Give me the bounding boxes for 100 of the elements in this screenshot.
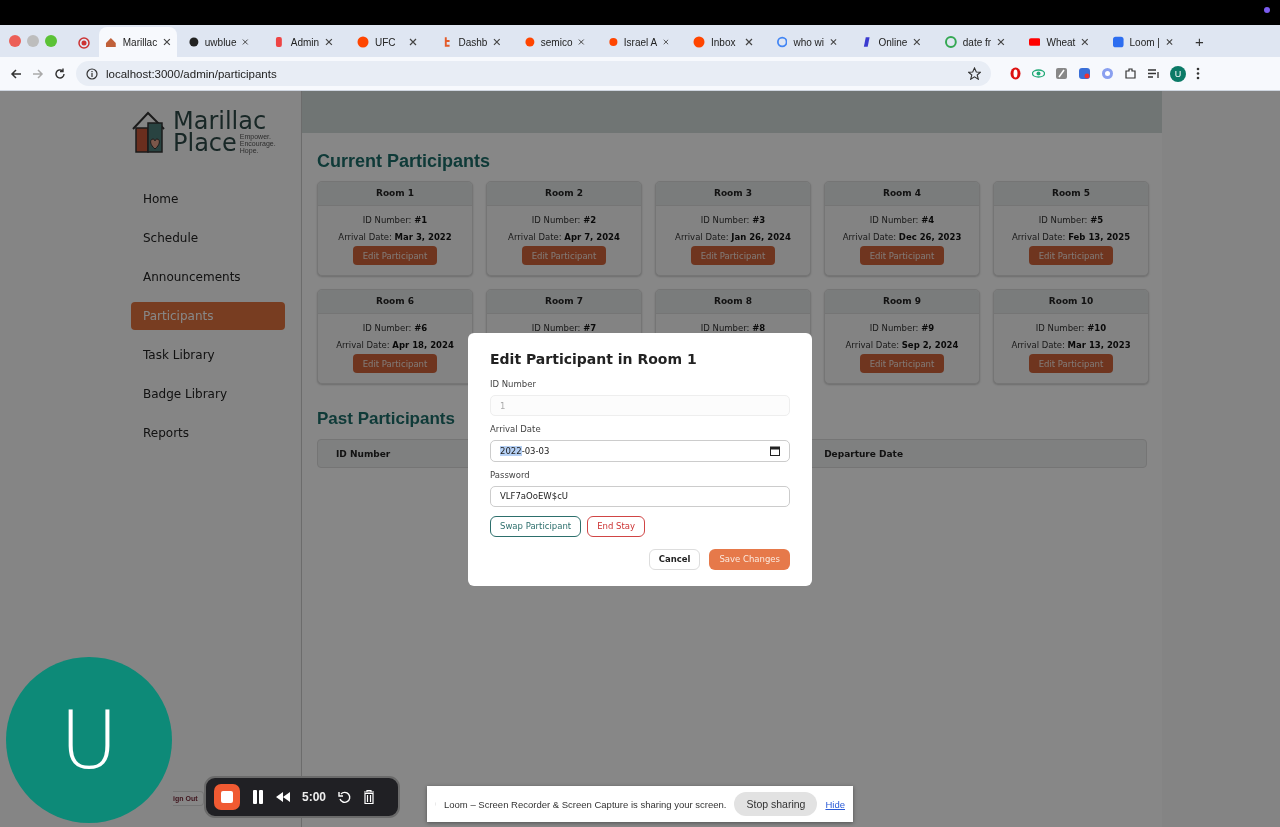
nav-item[interactable]: Task Library (131, 341, 285, 369)
arrival-date: Arrival Date: Apr 18, 2024 (336, 339, 454, 352)
arrival-date: Arrival Date: Sep 2, 2024 (845, 339, 959, 352)
info-icon[interactable] (86, 67, 98, 80)
id-number: ID Number: #1 (362, 214, 428, 227)
close-icon[interactable] (745, 38, 753, 46)
close-icon[interactable] (493, 38, 501, 46)
slash-icon[interactable] (1055, 67, 1068, 80)
browser-tab[interactable]: Inbox (687, 27, 759, 57)
browser-tab[interactable]: date fr (939, 27, 1011, 57)
new-tab-button[interactable]: + (1191, 33, 1204, 57)
nav-item[interactable]: Home (131, 185, 285, 213)
cancel-button[interactable]: Cancel (648, 549, 701, 570)
id-number: ID Number: #7 (531, 322, 597, 335)
trash-icon[interactable] (363, 790, 376, 804)
close-icon[interactable] (325, 38, 333, 46)
close-icon[interactable] (1165, 38, 1173, 46)
close-icon[interactable] (1081, 38, 1089, 46)
browser-tab[interactable]: Admin (267, 27, 339, 57)
address-bar[interactable]: localhost:3000/admin/participants (76, 61, 991, 86)
browser-tab[interactable]: Marillac (99, 27, 177, 57)
back-icon[interactable] (10, 67, 22, 80)
room-title: Room 3 (656, 182, 810, 206)
close-icon[interactable] (913, 38, 921, 46)
browser-tab[interactable]: Loom | (1107, 27, 1179, 57)
puzzle-icon[interactable] (1124, 67, 1137, 80)
record-icon[interactable] (78, 37, 90, 49)
column-header: Departure Date (824, 448, 903, 459)
nav-item[interactable]: Announcements (131, 263, 285, 291)
field-label: ID Number (490, 379, 536, 389)
logo-text: Place (173, 132, 237, 154)
play-icon (1029, 36, 1041, 48)
calendar-icon[interactable] (770, 446, 780, 456)
nav-item[interactable]: Badge Library (131, 380, 285, 408)
id-number: ID Number: #6 (362, 322, 428, 335)
timer: 5:00 (302, 790, 327, 804)
room-title: Room 8 (656, 290, 810, 314)
close-icon[interactable] (163, 38, 171, 46)
nav-item[interactable]: Reports (131, 419, 285, 447)
indicator-dot (1264, 7, 1270, 13)
close-icon[interactable] (663, 38, 669, 46)
browser-tab[interactable]: Wheat (1023, 27, 1095, 57)
id-number: ID Number: #10 (1035, 322, 1107, 335)
logo-text: Marillac (173, 110, 267, 132)
arrival-date: Arrival Date: Mar 3, 2022 (338, 231, 452, 244)
nav-item[interactable]: Schedule (131, 224, 285, 252)
o-icon[interactable] (1009, 67, 1022, 80)
id-number: ID Number: #3 (700, 214, 766, 227)
star-icon[interactable] (968, 67, 981, 80)
field-label: Password (490, 469, 530, 480)
browser-tab[interactable]: Dashb (435, 27, 507, 57)
arrival-date: Arrival Date: Feb 13, 2025 (1011, 231, 1131, 244)
close-icon[interactable] (578, 38, 585, 46)
room-title: Room 9 (825, 290, 979, 314)
arrival-date: Arrival Date: Apr 7, 2024 (508, 231, 620, 244)
room-title: Room 6 (318, 290, 472, 314)
field-label: Arrival Date (490, 424, 541, 435)
arrival-date: Arrival Date: Mar 13, 2023 (1011, 339, 1131, 352)
date-field[interactable]: 2022-03-03 (490, 440, 790, 462)
id-number: ID Number: #2 (531, 214, 597, 227)
dialog-title: Edit Participant in Room 1 (490, 351, 698, 367)
action-button[interactable]: End Stay (587, 516, 645, 537)
menu-icon[interactable] (1196, 67, 1200, 80)
close-icon[interactable] (409, 38, 417, 46)
section-title: Current Participants (317, 151, 492, 172)
eye-icon[interactable] (1032, 67, 1045, 80)
close-icon[interactable] (830, 38, 837, 46)
stop-sharing-button[interactable]: Stop sharing (734, 792, 818, 816)
playlist-icon[interactable] (1147, 67, 1160, 80)
stop-icon[interactable] (214, 784, 240, 810)
pause-icon[interactable] (252, 790, 264, 804)
rewind-icon[interactable] (276, 792, 290, 802)
room-title: Room 5 (994, 182, 1148, 206)
room-title: Room 4 (825, 182, 979, 206)
id-number: ID Number: #9 (869, 322, 935, 335)
room-title: Room 10 (994, 290, 1148, 314)
browser-tab[interactable]: UFC (351, 27, 423, 57)
arrival-date: Arrival Date: Jan 26, 2024 (675, 231, 791, 244)
hide-link[interactable]: Hide (825, 798, 845, 810)
column-header: ID Number (336, 448, 391, 459)
restart-icon[interactable] (338, 790, 352, 804)
section-title: Past Participants (317, 409, 455, 429)
arrival-date: Arrival Date: Dec 26, 2023 (842, 231, 962, 244)
square-icon[interactable] (1078, 67, 1091, 80)
browser-tab[interactable]: semico (519, 27, 591, 57)
browser-tab[interactable]: who wi (771, 27, 843, 57)
browser-tab[interactable]: Israel A (603, 27, 675, 57)
id-number: ID Number: #4 (869, 214, 935, 227)
reload-icon[interactable] (54, 67, 66, 80)
profile-avatar[interactable]: U (1170, 65, 1186, 82)
sharing-message: Loom – Screen Recorder & Screen Capture is sharing your screen. (444, 798, 727, 810)
close-icon[interactable] (997, 38, 1005, 46)
browser-tab[interactable]: Online (855, 27, 927, 57)
close-window-icon[interactable] (9, 35, 21, 47)
id-number: ID Number: #5 (1038, 214, 1104, 227)
browser-tab[interactable]: uwblue (183, 27, 255, 57)
room-title: Room 2 (487, 182, 641, 206)
action-button[interactable]: Swap Participant (490, 516, 582, 537)
input-field[interactable]: VLF7aOoEW$cU (490, 485, 790, 507)
close-icon[interactable] (242, 38, 249, 46)
